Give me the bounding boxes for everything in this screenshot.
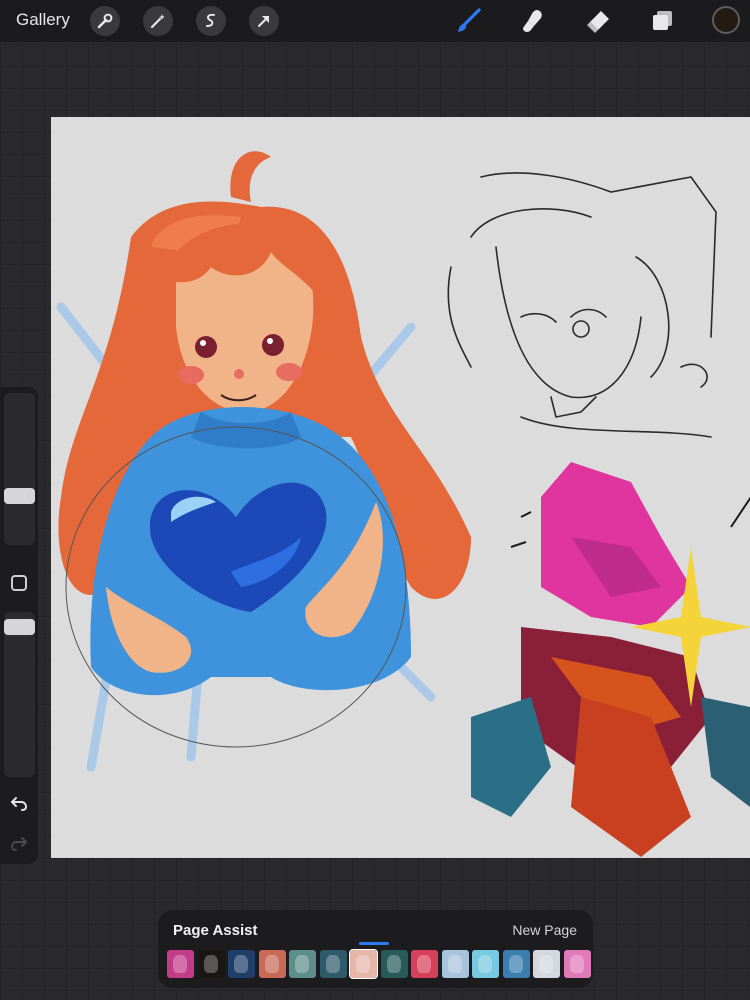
page-thumbnail[interactable] (380, 950, 408, 978)
page-thumbnail[interactable] (533, 950, 560, 978)
adjustments-button[interactable] (143, 6, 173, 36)
actions-button[interactable] (90, 6, 120, 36)
brush-size-thumb[interactable] (4, 488, 35, 505)
transform-button[interactable] (249, 6, 279, 36)
page-thumbnail[interactable] (228, 950, 255, 978)
page-assist-title: Page Assist (173, 922, 258, 939)
brush-icon (458, 8, 481, 32)
smudge-icon (523, 10, 542, 32)
drawing-canvas[interactable] (51, 117, 750, 858)
layers-tool[interactable] (646, 6, 678, 36)
smudge-tool[interactable] (517, 6, 549, 36)
page-thumbnail[interactable] (349, 949, 378, 979)
page-thumbnail[interactable] (563, 950, 591, 978)
page-thumbnail[interactable] (411, 950, 438, 978)
active-page-indicator (359, 942, 389, 945)
wrench-icon (97, 13, 113, 29)
redo-icon[interactable] (9, 833, 29, 853)
gallery-button[interactable]: Gallery (16, 10, 70, 30)
opacity-thumb[interactable] (4, 619, 35, 636)
new-page-button[interactable]: New Page (512, 922, 577, 938)
top-toolbar: Gallery (0, 0, 750, 42)
pencil-sketch-portrait (447, 172, 717, 438)
page-thumbnail[interactable] (167, 950, 194, 978)
eraser-tool[interactable] (582, 6, 614, 36)
left-sidebar (0, 387, 38, 864)
color-picker-button[interactable] (712, 6, 740, 34)
eraser-icon (587, 11, 609, 33)
modify-square-icon[interactable] (11, 575, 27, 591)
page-thumbnail[interactable] (197, 950, 225, 978)
selection-button[interactable] (196, 6, 226, 36)
brush-tool[interactable] (453, 6, 485, 36)
page-thumbnail[interactable] (441, 950, 469, 978)
page-thumbnail[interactable] (502, 950, 530, 978)
page-thumbnail[interactable] (258, 950, 286, 978)
transform-arrow-icon (258, 16, 269, 27)
selection-icon (206, 13, 215, 27)
layers-icon (653, 11, 672, 30)
canvas-artwork (56, 151, 750, 857)
page-assist-panel: Page Assist New Page (158, 910, 593, 988)
page-thumbnail[interactable] (472, 950, 499, 978)
magic-wand-icon (150, 14, 165, 29)
opacity-slider[interactable] (4, 612, 35, 777)
magenta-crystal-sparkle (471, 462, 750, 857)
red-haired-girl-holding-heart (58, 151, 471, 748)
page-thumbnail[interactable] (319, 950, 347, 978)
brush-size-slider[interactable] (4, 393, 35, 545)
page-thumbnail[interactable] (289, 950, 316, 978)
undo-icon[interactable] (9, 793, 29, 813)
